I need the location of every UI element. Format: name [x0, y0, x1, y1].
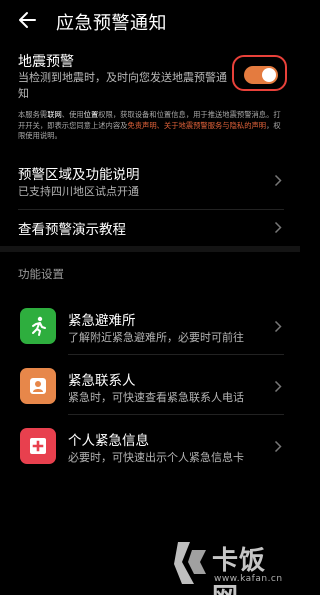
earthquake-alert-row: 地震预警 当检测到地震时，及时向您发送地震预警通知 [0, 48, 300, 108]
notice-text: 本服务需 [18, 110, 48, 119]
alert-description: 当检测到地震时，及时向您发送地震预警通知 [18, 71, 227, 100]
row-title: 预警区域及功能说明 [18, 167, 140, 183]
toggle-knob [262, 68, 276, 82]
alert-title: 地震预警 [18, 54, 74, 70]
notice-bold-location: 位置 [83, 110, 99, 119]
toggle-highlight [232, 55, 287, 91]
privacy-notice: 本服务需联网、使用位置权限，获取设备和位置信息，用于推送地震预警消息。打开开关，… [18, 110, 284, 142]
feature-subtitle: 必要时，可快速出示个人紧急信息卡 [68, 451, 244, 464]
row-title: 查看预警演示教程 [18, 222, 126, 238]
feature-title: 个人紧急信息 [68, 433, 149, 449]
chevron-right-icon [274, 380, 282, 393]
kafan-logo-icon [174, 542, 206, 584]
row-subtitle: 已支持四川地区试点开通 [18, 185, 139, 198]
shelter-row[interactable]: 紧急避难所 了解附近紧急避难所，必要时可前往 [0, 306, 300, 346]
row-divider [68, 414, 284, 415]
section-divider [0, 246, 300, 252]
chevron-right-icon [274, 440, 282, 453]
feature-subtitle: 紧急时，可快速查看紧急联系人电话 [68, 391, 244, 404]
alert-region-row[interactable]: 预警区域及功能说明 已支持四川地区试点开通 [0, 160, 300, 204]
watermark-text: 卡饭网 [212, 546, 267, 595]
feature-subtitle: 了解附近紧急避难所，必要时可前往 [68, 331, 244, 344]
feature-title: 紧急避难所 [68, 313, 136, 329]
header-bar: 应急预警通知 [0, 0, 300, 42]
emergency-contact-row[interactable]: 紧急联系人 紧急时，可快速查看紧急联系人电话 [0, 366, 300, 406]
chevron-right-icon [274, 320, 282, 333]
chevron-right-icon [274, 221, 282, 234]
contact-person-icon [20, 368, 56, 404]
section-label: 功能设置 [18, 267, 64, 281]
notice-bold-network: 联网 [47, 110, 62, 119]
notice-text: 、使用 [61, 110, 84, 119]
feature-title: 紧急联系人 [68, 373, 136, 389]
medical-cross-icon [20, 428, 56, 464]
chevron-right-icon [274, 174, 282, 187]
disclaimer-link[interactable]: 免责声明、关于地震预警服务与隐私的声明 [127, 121, 266, 130]
kafan-watermark: 卡饭网 www.kafan.cn [172, 540, 292, 595]
watermark-url: www.kafan.cn [214, 574, 283, 584]
back-arrow-icon[interactable] [16, 8, 40, 32]
page-title: 应急预警通知 [56, 13, 167, 34]
tutorial-row[interactable]: 查看预警演示教程 [0, 216, 300, 240]
running-person-icon [20, 308, 56, 344]
earthquake-alert-toggle[interactable] [244, 66, 278, 84]
personal-emergency-info-row[interactable]: 个人紧急信息 必要时，可快速出示个人紧急信息卡 [0, 426, 300, 466]
row-divider [68, 354, 284, 355]
row-divider [18, 209, 284, 210]
